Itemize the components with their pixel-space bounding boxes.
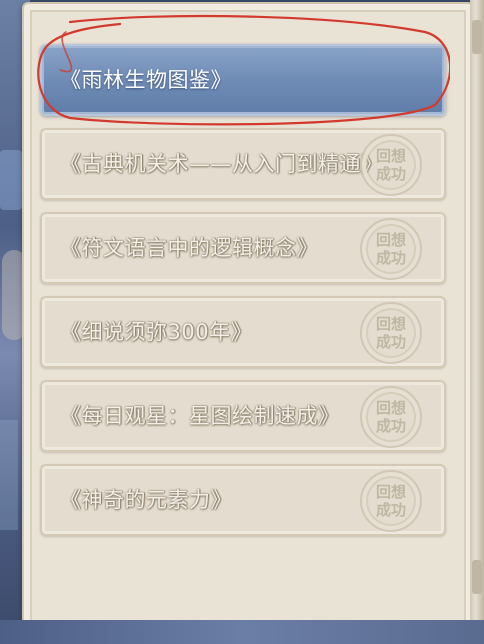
stamp-line: 回想 xyxy=(375,315,406,333)
stamp-line: 成功 xyxy=(375,165,406,183)
book-title: 《每日观星：星图绘制速成》 xyxy=(60,404,340,428)
scene-decoration xyxy=(0,150,22,210)
recall-success-stamp: 回想 成功 xyxy=(360,386,422,448)
book-title: 《神奇的元素力》 xyxy=(60,488,232,512)
scene-decoration xyxy=(0,420,18,530)
recall-success-stamp: 回想 成功 xyxy=(360,134,422,196)
book-entry[interactable]: 《细说须弥300年》 回想 成功 xyxy=(40,296,446,368)
book-title: 《雨林生物图鉴》 xyxy=(60,68,232,92)
stamp-line: 回想 xyxy=(375,399,406,417)
page-tab xyxy=(472,20,482,54)
book-entry[interactable]: 《古典机关术——从入门到精通》 回想 成功 xyxy=(40,128,446,200)
stamp-line: 回想 xyxy=(375,147,406,165)
recall-success-stamp: 回想 成功 xyxy=(360,470,422,532)
book-entry[interactable]: 《雨林生物图鉴》 xyxy=(40,44,446,116)
book-title: 《细说须弥300年》 xyxy=(60,320,253,344)
stamp-line: 成功 xyxy=(375,333,406,351)
background-scene-bottom xyxy=(0,620,484,644)
book-edge xyxy=(470,0,484,644)
book-list: 《雨林生物图鉴》 《古典机关术——从入门到精通》 回想 成功 《符文语言中的逻辑… xyxy=(40,44,446,548)
stamp-line: 回想 xyxy=(375,231,406,249)
book-entry[interactable]: 《神奇的元素力》 回想 成功 xyxy=(40,464,446,536)
stamp-line: 成功 xyxy=(375,249,406,267)
stamp-line: 回想 xyxy=(375,483,406,501)
recall-success-stamp: 回想 成功 xyxy=(360,302,422,364)
page-tab xyxy=(472,560,482,594)
book-entry[interactable]: 《符文语言中的逻辑概念》 回想 成功 xyxy=(40,212,446,284)
book-title: 《符文语言中的逻辑概念》 xyxy=(60,236,318,260)
stamp-line: 成功 xyxy=(375,501,406,519)
stamp-line: 成功 xyxy=(375,417,406,435)
book-title: 《古典机关术——从入门到精通》 xyxy=(60,152,383,176)
recall-success-stamp: 回想 成功 xyxy=(360,218,422,280)
book-entry[interactable]: 《每日观星：星图绘制速成》 回想 成功 xyxy=(40,380,446,452)
